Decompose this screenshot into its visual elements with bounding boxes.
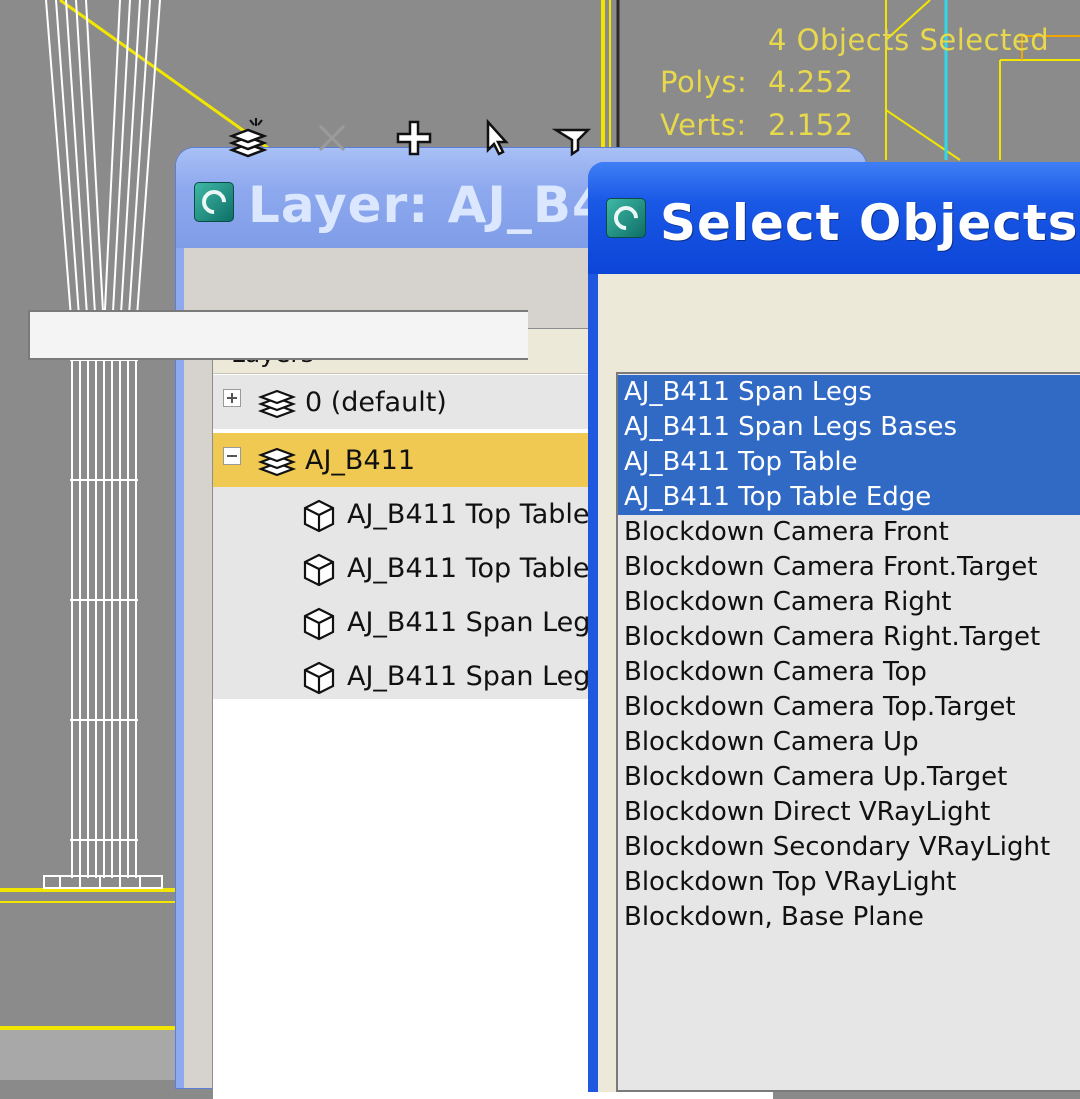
app-logo-icon	[606, 198, 646, 238]
list-item[interactable]: Blockdown Camera Right	[618, 585, 1080, 620]
list-item[interactable]: Blockdown Camera Top	[618, 655, 1080, 690]
list-item[interactable]: Blockdown Camera Right.Target	[618, 620, 1080, 655]
list-item[interactable]: Blockdown Top VRayLight	[618, 865, 1080, 900]
add-to-layer-icon	[396, 120, 432, 156]
layer-stack-icon	[257, 443, 297, 477]
add-to-layer-button[interactable]	[394, 116, 434, 160]
selection-count: 4 Objects Selected	[768, 23, 1050, 57]
object-cube-icon	[301, 497, 337, 533]
select-objects-button[interactable]	[476, 116, 516, 160]
window-frame	[176, 248, 184, 1088]
list-item[interactable]: Blockdown Camera Top.Target	[618, 690, 1080, 725]
verts-value: 2.152	[768, 108, 854, 142]
select-window-titlebar[interactable]: Select Objects	[588, 162, 1080, 274]
delete-layer-button[interactable]	[312, 116, 352, 160]
row-label: 0 (default)	[305, 387, 447, 418]
search-input[interactable]	[28, 310, 528, 360]
list-item[interactable]: AJ_B411 Top Table	[618, 445, 1080, 480]
list-item[interactable]: Blockdown Camera Up.Target	[618, 760, 1080, 795]
list-item[interactable]: Blockdown Direct VRayLight	[618, 795, 1080, 830]
expand-icon[interactable]	[223, 389, 241, 407]
new-layer-icon	[228, 118, 268, 158]
verts-label: Verts:	[660, 108, 747, 142]
layer-stack-icon	[257, 385, 297, 419]
object-cube-icon	[301, 605, 337, 641]
list-item[interactable]: Blockdown, Base Plane	[618, 900, 1080, 935]
row-label: AJ_B411 Span Legs	[347, 607, 605, 638]
delete-icon	[318, 124, 346, 152]
list-item[interactable]: AJ_B411 Top Table Edge	[618, 480, 1080, 515]
row-label: AJ_B411 Top Table	[347, 499, 590, 530]
row-label: AJ_B411	[305, 445, 415, 476]
list-item[interactable]: Blockdown Camera Front.Target	[618, 550, 1080, 585]
highlight-button[interactable]	[552, 116, 592, 160]
polys-value: 4.252	[768, 65, 854, 99]
list-item[interactable]: AJ_B411 Span Legs Bases	[618, 410, 1080, 445]
select-window-title: Select Objects	[660, 194, 1079, 252]
list-item[interactable]: Blockdown Camera Up	[618, 725, 1080, 760]
collapse-icon[interactable]	[223, 447, 241, 465]
app-logo-icon	[194, 182, 234, 222]
list-item[interactable]: AJ_B411 Span Legs	[618, 375, 1080, 410]
select-pointer-icon	[486, 118, 509, 156]
object-list[interactable]: AJ_B411 Span Legs AJ_B411 Span Legs Bases…	[616, 372, 1080, 1092]
list-item[interactable]: Blockdown Camera Front	[618, 515, 1080, 550]
new-layer-button[interactable]	[228, 116, 268, 160]
object-cube-icon	[301, 551, 337, 587]
highlight-icon	[552, 128, 592, 157]
object-cube-icon	[301, 659, 337, 695]
polys-label: Polys:	[660, 65, 748, 99]
list-item[interactable]: Blockdown Secondary VRayLight	[618, 830, 1080, 865]
